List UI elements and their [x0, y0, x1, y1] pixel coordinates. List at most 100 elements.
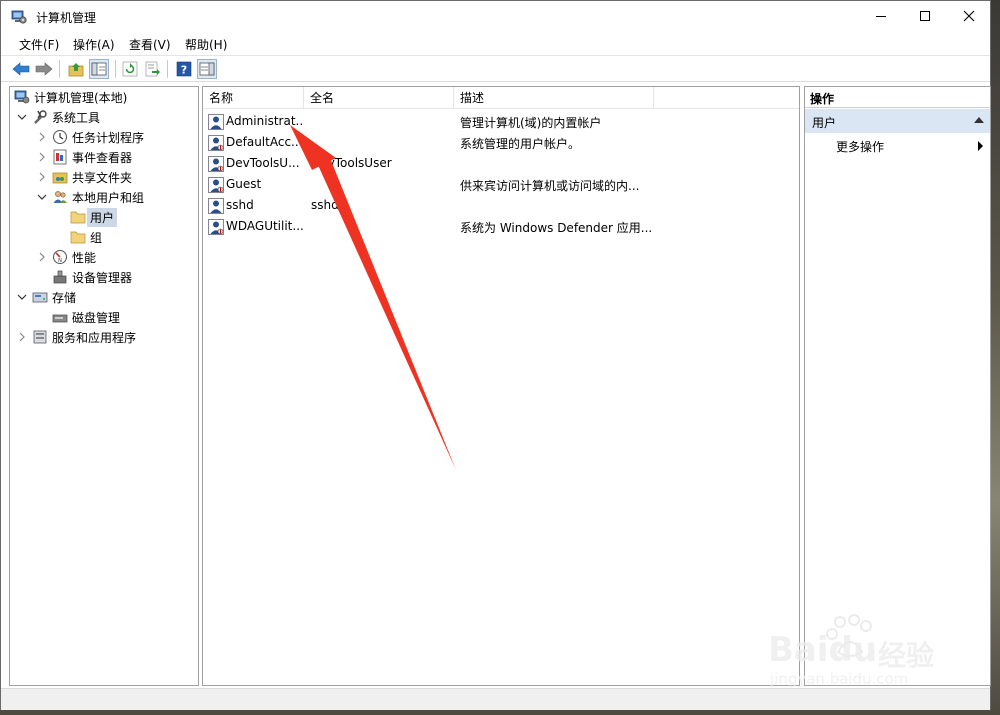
show-hide-tree-button[interactable]	[89, 59, 109, 79]
action-pane: 操作 用户 更多操作	[804, 86, 991, 686]
column-header-description[interactable]: 描述	[454, 87, 654, 109]
close-button[interactable]	[946, 1, 992, 31]
user-icon	[208, 156, 224, 172]
table-row[interactable]: sshd sshd	[203, 195, 799, 216]
cell-name: DevToolsU...	[226, 156, 300, 170]
folder-up-icon	[68, 63, 84, 77]
table-row[interactable]: Administrat... 管理计算机(域)的内置帐户	[203, 111, 799, 132]
watermark-cn: 经验	[878, 639, 935, 672]
tree-item-event-viewer[interactable]: 事件查看器	[36, 147, 132, 167]
up-level-button[interactable]	[66, 59, 86, 79]
tree-item-system-tools[interactable]: 系统工具	[16, 107, 100, 127]
baidu-watermark: Baidu 经验 jingyan.baidu.com	[768, 610, 968, 690]
cell-name: sshd	[226, 198, 254, 212]
arrow-left-icon	[12, 62, 30, 76]
user-icon	[208, 177, 224, 193]
tools-icon	[32, 109, 48, 125]
more-actions-item[interactable]: 更多操作	[836, 138, 884, 155]
tree-item-local-users-groups[interactable]: 本地用户和组	[36, 187, 144, 207]
export-list-button[interactable]	[143, 59, 163, 79]
column-header-fullname[interactable]: 全名	[304, 87, 454, 109]
performance-icon: N	[52, 249, 68, 265]
watermark-brand: Baidu	[768, 630, 878, 670]
tree-item-performance[interactable]: N 性能	[36, 247, 96, 267]
cell-description: 管理计算机(域)的内置帐户	[460, 116, 602, 130]
action-section-label: 用户	[812, 116, 837, 130]
user-icon	[208, 114, 224, 130]
watermark-url: jingyan.baidu.com	[770, 670, 909, 688]
chevron-right-icon[interactable]	[16, 331, 28, 343]
show-hide-action-pane-button[interactable]	[197, 59, 217, 79]
storage-icon	[32, 289, 48, 305]
tree-item-task-scheduler[interactable]: 任务计划程序	[36, 127, 144, 147]
toolbar: ?	[1, 55, 990, 82]
table-row[interactable]: WDAGUtilit... 系统为 Windows Defender 应用...	[203, 216, 799, 237]
computer-management-icon	[11, 10, 27, 24]
shared-folder-icon	[52, 169, 68, 185]
tree-item-disk-management[interactable]: 磁盘管理	[52, 307, 120, 327]
menu-file[interactable]: 文件(F)	[19, 36, 59, 53]
menu-help[interactable]: 帮助(H)	[185, 36, 227, 53]
chevron-down-icon[interactable]	[16, 111, 28, 123]
folder-icon	[70, 209, 86, 225]
submenu-arrow-icon	[978, 141, 983, 151]
tree-item-users[interactable]: 用户	[70, 207, 118, 227]
collapse-up-icon[interactable]	[974, 117, 984, 123]
arrow-right-icon	[35, 62, 53, 76]
toolbar-separator	[59, 60, 60, 78]
window-title: 计算机管理	[36, 11, 97, 25]
table-row[interactable]: DevToolsU... DevToolsUser	[203, 153, 799, 174]
refresh-icon	[122, 61, 138, 77]
tree-item-shared-folders[interactable]: 共享文件夹	[36, 167, 132, 187]
forward-button[interactable]	[34, 59, 54, 79]
toolbar-separator	[115, 60, 116, 78]
chevron-right-icon[interactable]	[36, 251, 48, 263]
chevron-right-icon[interactable]	[36, 171, 48, 183]
console-tree: 计算机管理(本地) 系统工具 任务计划程序 事件查看器 共享文件夹 本地用户和组	[9, 86, 199, 686]
maximize-button[interactable]	[902, 1, 948, 31]
table-row[interactable]: Guest 供来宾访问计算机或访问域的内...	[203, 174, 799, 195]
user-icon	[208, 135, 224, 151]
action-pane-icon	[199, 62, 215, 76]
tree-item-services-apps[interactable]: 服务和应用程序	[16, 327, 136, 347]
refresh-button[interactable]	[120, 59, 140, 79]
minimize-button[interactable]	[858, 1, 904, 31]
close-icon	[963, 10, 975, 22]
chevron-right-icon[interactable]	[36, 131, 48, 143]
cell-description: 系统管理的用户帐户。	[460, 137, 581, 151]
user-icon	[208, 219, 224, 235]
computer-management-icon	[14, 89, 30, 105]
computer-management-window: 计算机管理 文件(F) 操作(A) 查看(V) 帮助(H) ? 计算机管理(本地…	[0, 0, 991, 710]
title-bar[interactable]: 计算机管理	[1, 1, 990, 32]
chevron-right-icon[interactable]	[36, 151, 48, 163]
maximize-icon	[920, 11, 930, 21]
column-header-name[interactable]: 名称	[203, 87, 304, 109]
cell-description: 系统为 Windows Defender 应用...	[460, 221, 653, 235]
cell-name: WDAGUtilit...	[226, 219, 304, 233]
help-button[interactable]: ?	[174, 59, 194, 79]
chevron-down-icon[interactable]	[16, 291, 28, 303]
list-header: 名称 全名 描述	[203, 87, 799, 109]
tree-item-root[interactable]: 计算机管理(本地)	[14, 87, 127, 107]
svg-text:?: ?	[181, 64, 187, 77]
tree-item-device-manager[interactable]: 设备管理器	[52, 267, 132, 287]
help-icon: ?	[176, 61, 192, 77]
back-button[interactable]	[11, 59, 31, 79]
tree-item-groups[interactable]: 组	[70, 227, 102, 247]
user-list: 名称 全名 描述 Administrat... 管理计算机(域)的内置帐户 De…	[202, 86, 800, 686]
menu-action[interactable]: 操作(A)	[73, 36, 115, 53]
services-icon	[32, 329, 48, 345]
toolbar-separator	[167, 60, 168, 78]
users-group-icon	[52, 189, 68, 205]
chevron-down-icon[interactable]	[36, 191, 48, 203]
action-pane-header: 操作	[805, 87, 990, 108]
cell-name: DefaultAcc...	[226, 135, 303, 149]
cell-name: Administrat...	[226, 114, 304, 128]
minimize-icon	[876, 15, 886, 17]
tree-item-storage[interactable]: 存储	[16, 287, 76, 307]
clock-icon	[52, 129, 68, 145]
device-manager-icon	[52, 269, 68, 285]
menu-view[interactable]: 查看(V)	[129, 36, 171, 53]
action-section-users[interactable]: 用户	[805, 109, 990, 133]
table-row[interactable]: DefaultAcc... 系统管理的用户帐户。	[203, 132, 799, 153]
